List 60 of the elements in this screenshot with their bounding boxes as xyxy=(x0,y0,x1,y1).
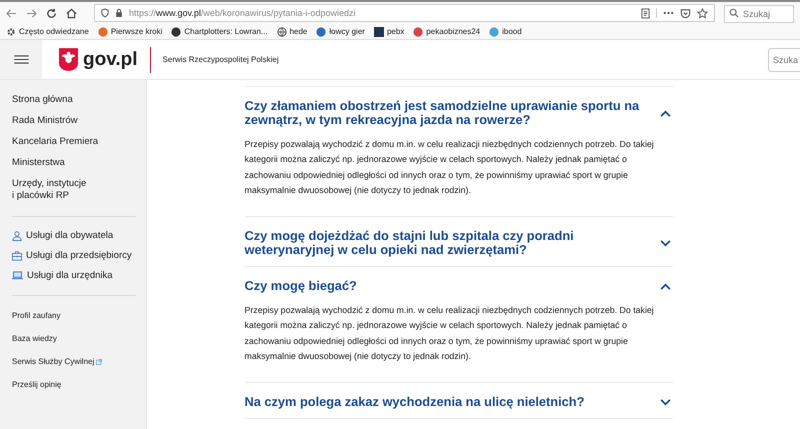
back-icon[interactable] xyxy=(6,8,17,18)
faq-question[interactable]: Czy mogę dojeżdżać do stajni lub szpitala czy poradni weterynaryjnej w celu opieki nad zwierzętami? xyxy=(244,229,672,258)
faq-question[interactable]: Na czym polega zakaz wychodzenia na ulicę nieletnich? xyxy=(244,395,672,410)
sidebar-link[interactable]: Ministerstwa xyxy=(12,157,146,169)
menu-icon xyxy=(14,55,28,64)
chevron-up-icon xyxy=(660,282,670,290)
search-field[interactable]: Szukaj xyxy=(724,5,794,23)
faq-answer: Przepisy pozwalają wychodzić z domu m.in. w celu realizacji niezbędnych codziennych potrzeb. Do takiej kategorii można zaliczyć np. jednorazowe wyjście w celach sportowych. Należy jednak pamiętać o zachowaniu odpowiedniej odległości od innych oraz o tym, że powinniśmy uprawiać sport w grupie maksymalnie dwuosobowej (nie dotyczy to jednak rodzin). xyxy=(244,138,655,197)
bookmark[interactable]: pebx xyxy=(374,26,404,36)
chevron-up-icon xyxy=(660,110,670,116)
reader-view-icon[interactable] xyxy=(641,8,650,18)
chevron-down-icon xyxy=(660,240,670,247)
reload-icon[interactable] xyxy=(46,8,57,18)
sidebar-link[interactable]: Usługi dla przedsiębiorcy xyxy=(12,250,146,261)
faq-question[interactable]: Czy złamaniem obostrzeń jest samodzielne uprawianie sportu na zewnątrz, w tym rekreacyjna jazda na rowerze? xyxy=(244,99,672,127)
person-icon xyxy=(12,230,22,240)
forward-icon[interactable] xyxy=(26,8,37,18)
site-search-field[interactable]: Szuka xyxy=(768,48,800,72)
sidebar-link[interactable]: Urzędy, instytucje i placówki RP xyxy=(12,178,146,202)
chevron-down-icon xyxy=(660,398,670,406)
url-text: https://www.gov.pl/web/koronawirus/pytania-i-odpowiedzi xyxy=(129,8,356,18)
favicon-icon xyxy=(316,26,326,36)
external-link-icon xyxy=(96,358,102,364)
menu-button[interactable] xyxy=(0,40,42,79)
favicon-icon xyxy=(413,26,424,36)
laptop-icon xyxy=(12,271,23,280)
more-icon[interactable] xyxy=(663,11,674,15)
shield-icon xyxy=(101,8,109,18)
search-icon xyxy=(729,8,739,18)
bookmark[interactable]: Chartplotters: Lowran... xyxy=(171,26,268,36)
sidebar-link[interactable]: Baza wiedzy xyxy=(12,334,146,343)
address-bar[interactable]: https://www.gov.pl/web/koronawirus/pytania-i-odpowiedzi xyxy=(94,4,715,22)
site-tagline: Serwis Rzeczypospolitej Polskiej xyxy=(162,55,279,64)
briefcase-icon xyxy=(12,250,22,260)
favicon-icon xyxy=(171,26,182,36)
faq-answer: Przepisy pozwalają wychodzić z domu m.in. w celu realizacji niezbędnych codziennych potrzeb. Do takiej kategorii można zaliczyć np. jednorazowe wyjście w celach sportowych. Należy jednak pamiętać o zachowaniu odpowiedniej odległości od innych oraz o tym, że powinniśmy uprawiać sport w grupie maksymalnie dwuosobowej (nie dotyczy to jednak rodzin). xyxy=(244,304,655,364)
sidebar-link[interactable]: Prześlij opinię xyxy=(12,380,146,389)
favicon-icon xyxy=(98,26,108,36)
bookmark[interactable]: łowcy gier xyxy=(316,26,365,36)
pocket-icon[interactable] xyxy=(680,8,691,18)
bookmark[interactable]: Pierwsze kroki xyxy=(98,26,162,36)
bookmark[interactable]: ibood xyxy=(489,26,522,36)
sidebar-link[interactable]: Usługi dla urzędnika xyxy=(12,270,146,281)
home-icon[interactable] xyxy=(66,8,77,18)
favicon-icon xyxy=(374,26,384,36)
sidebar-link[interactable]: Kancelaria Premiera xyxy=(12,136,146,148)
site-logo[interactable]: gov.pl xyxy=(83,48,138,70)
faq-question[interactable]: Czy mogę biegać? xyxy=(244,279,672,294)
sidebar-link[interactable]: Profil zaufany xyxy=(12,311,146,320)
sidebar-link[interactable]: Rada Ministrów xyxy=(12,115,146,127)
globe-icon xyxy=(276,26,287,36)
favicon-icon xyxy=(489,26,500,36)
star-icon[interactable] xyxy=(697,8,708,18)
lock-icon xyxy=(115,8,123,18)
bookmark[interactable]: pekaobiznes24 xyxy=(413,26,480,36)
sidebar-link[interactable]: Serwis Służby Cywilnej xyxy=(12,357,146,366)
sidebar-link[interactable]: Strona główna xyxy=(12,94,146,106)
bookmark[interactable]: Często odwiedzane xyxy=(6,26,89,36)
sidebar-link[interactable]: Usługi dla obywatela xyxy=(12,230,146,241)
bookmark[interactable]: hede xyxy=(276,26,308,36)
